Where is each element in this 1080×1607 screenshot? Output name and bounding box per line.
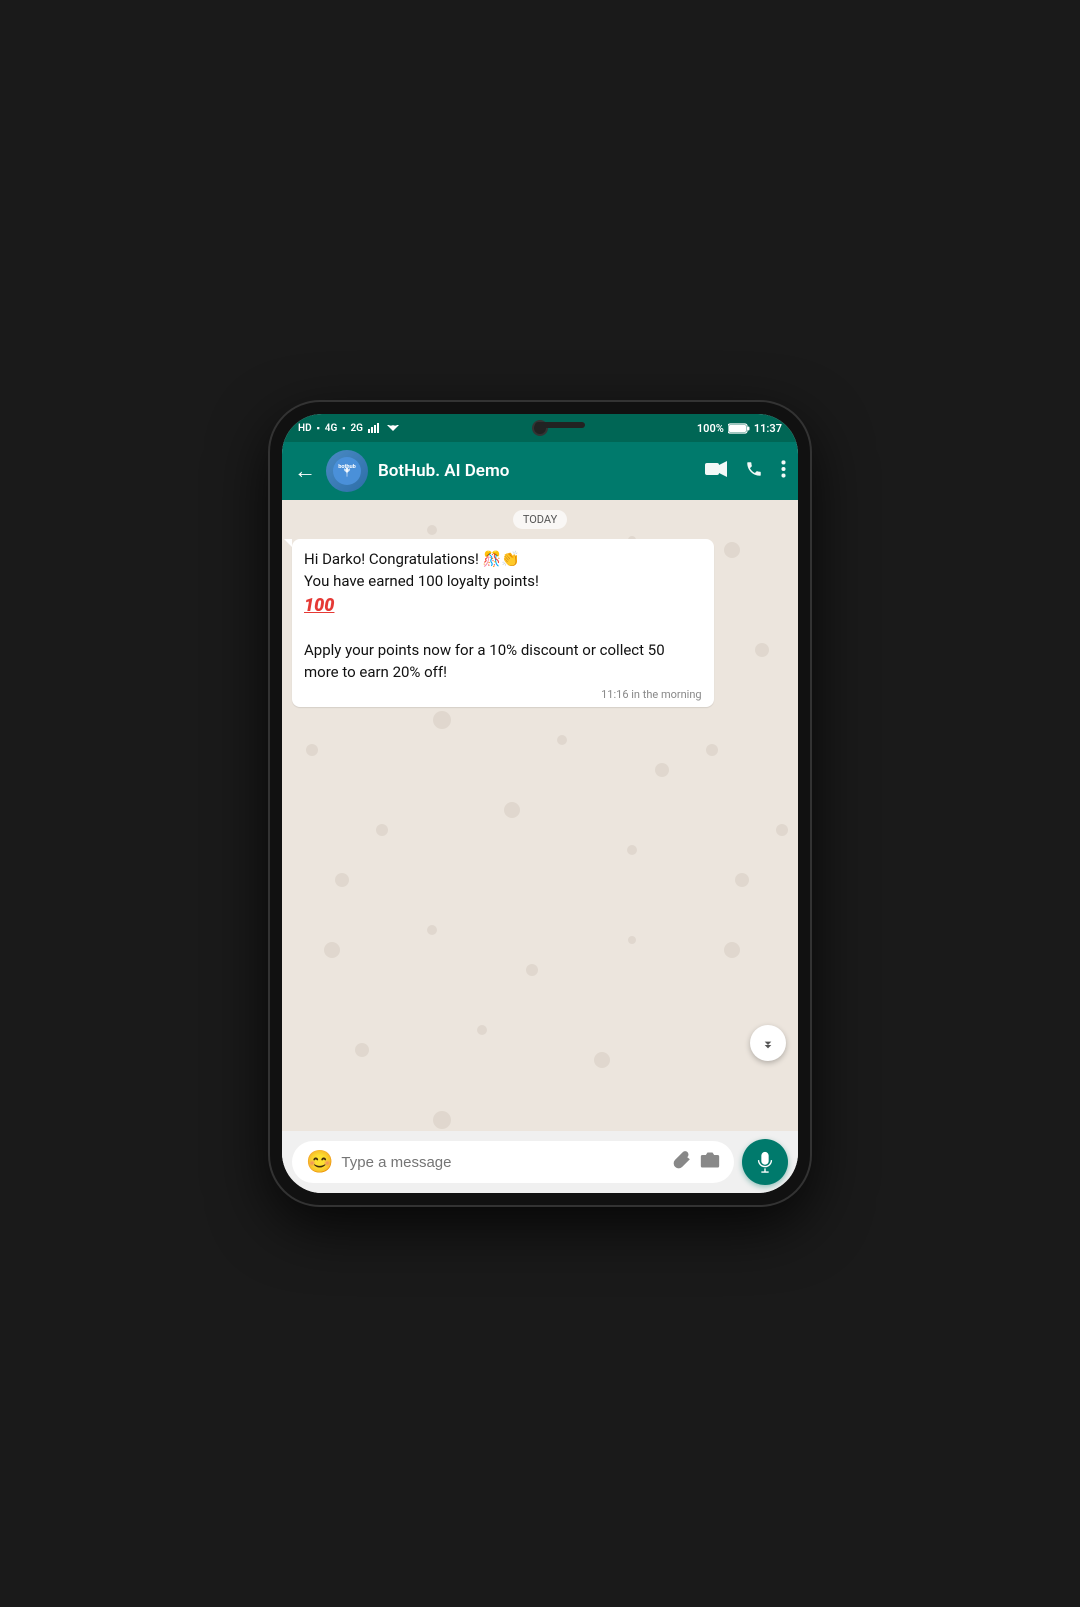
voice-call-button[interactable] [745, 460, 763, 483]
hundred-emoji: 100 [304, 593, 334, 619]
battery-percent: 100% [697, 422, 724, 435]
message-input-container: 😊 [292, 1141, 734, 1183]
battery-icon [728, 423, 750, 434]
message-text: Hi Darko! Congratulations! 🎊👏 You have e… [304, 549, 702, 684]
contact-info: BotHub. AI Demo [378, 461, 695, 481]
contact-name: BotHub. AI Demo [378, 461, 695, 481]
message-timestamp: 11:16 in the morning [304, 688, 702, 701]
message-line4: Apply your points now for a 10% discount… [304, 641, 665, 681]
message-bubble: Hi Darko! Congratulations! 🎊👏 You have e… [292, 539, 714, 707]
message-line1: Hi Darko! Congratulations! 🎊👏 [304, 550, 520, 568]
more-options-button[interactable] [781, 460, 786, 483]
video-call-button[interactable] [705, 461, 727, 482]
network-info: HD ▪ 4G ▪ 2G [298, 423, 399, 434]
mic-button[interactable] [742, 1139, 788, 1185]
status-right: 100% 11:37 [697, 422, 782, 435]
avatar-image: bothub [333, 457, 361, 485]
clock: 11:37 [754, 422, 782, 435]
chat-header: ← bothub BotHub. AI Demo [282, 442, 798, 500]
back-button[interactable]: ← [294, 458, 316, 484]
status-left: HD ▪ 4G ▪ 2G [298, 423, 399, 434]
avatar: bothub [326, 450, 368, 492]
speaker-notch [535, 422, 585, 428]
chat-area: TODAY Hi Darko! Congratulations! 🎊👏 You … [282, 500, 798, 1131]
input-bar: 😊 [282, 1131, 798, 1193]
phone-screen: HD ▪ 4G ▪ 2G 1 [282, 414, 798, 1193]
emoji-button[interactable]: 😊 [306, 1150, 333, 1175]
attach-button[interactable] [672, 1150, 692, 1175]
message-input[interactable] [341, 1154, 664, 1171]
message-line2: You have earned 100 loyalty points! [304, 572, 539, 590]
header-icons [705, 460, 786, 483]
date-badge: TODAY [292, 510, 788, 529]
date-badge-text: TODAY [513, 510, 567, 529]
camera-button[interactable] [700, 1150, 720, 1175]
mic-icon [754, 1151, 776, 1173]
scroll-to-bottom-button[interactable] [750, 1025, 786, 1061]
phone-frame: HD ▪ 4G ▪ 2G 1 [270, 402, 810, 1205]
